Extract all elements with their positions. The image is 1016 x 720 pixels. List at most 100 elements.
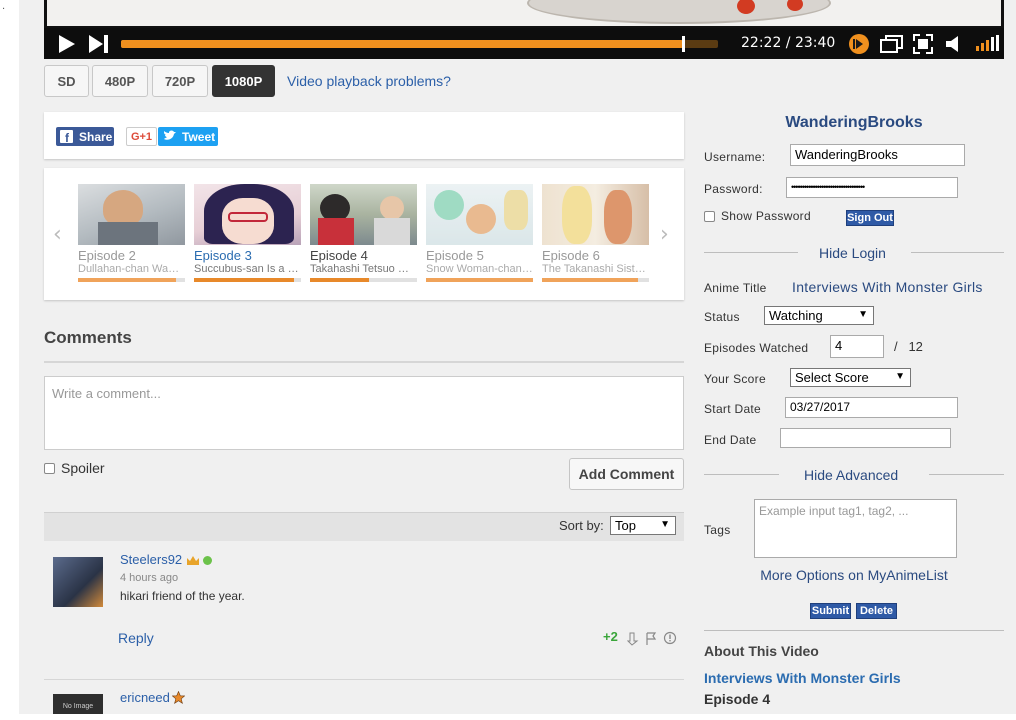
episode-progress	[78, 278, 185, 282]
episode-subtitle: Dullahan-chan Wants to Be Pampered	[78, 263, 185, 275]
downvote-icon[interactable]	[627, 632, 639, 646]
episode-progress	[194, 278, 301, 282]
hide-login-link[interactable]: Hide Login	[819, 245, 886, 261]
hide-advanced-link[interactable]: Hide Advanced	[804, 467, 898, 483]
username-label: Username:	[704, 150, 766, 164]
submit-button[interactable]: Submit	[810, 603, 851, 619]
googleplus-button[interactable]: G+1	[126, 127, 157, 146]
episodes-watched-field[interactable]: 4	[830, 335, 884, 358]
quality-sd-button[interactable]: SD	[44, 65, 89, 97]
divider	[704, 474, 779, 475]
episode-subtitle: Snow Woman-chan Wants to Get Along	[426, 263, 533, 275]
episode-card[interactable]: Episode 2 Dullahan-chan Wants to Be Pamp…	[78, 184, 185, 282]
chevron-down-icon: ▼	[858, 309, 868, 320]
episode-title: Episode 5	[426, 248, 484, 263]
report-icon[interactable]	[663, 631, 677, 645]
comments-heading: Comments	[44, 328, 132, 347]
password-label: Password:	[704, 182, 763, 196]
sort-select[interactable]: Top ▼	[610, 516, 676, 535]
progress-fill	[121, 40, 683, 48]
autoplay-icon[interactable]	[848, 33, 870, 55]
volume-icon[interactable]	[945, 35, 965, 53]
episodes-total: / 12	[894, 339, 923, 354]
twitter-icon	[164, 130, 176, 140]
checkbox-icon[interactable]	[44, 462, 55, 474]
divider	[44, 361, 684, 363]
comment-input[interactable]: Write a comment...	[44, 376, 684, 450]
video-controls: 22:22 / 23:40	[44, 28, 1004, 59]
episode-subtitle: Succubus-san Is a Delicate Age	[194, 263, 301, 275]
about-anime-link[interactable]: Interviews With Monster Girls	[704, 670, 901, 686]
status-select[interactable]: Watching ▼	[764, 306, 874, 325]
quality-480p-button[interactable]: 480P	[92, 65, 148, 97]
twitter-tweet-button[interactable]: Tweet	[158, 127, 218, 146]
score-select[interactable]: Select Score ▼	[790, 368, 911, 387]
password-field[interactable]: ••••••••••••••••••••••••••••••••••	[786, 177, 958, 198]
checkbox-icon[interactable]	[704, 210, 715, 222]
facebook-icon: f	[60, 130, 73, 145]
flag-icon[interactable]	[645, 632, 657, 646]
spoiler-checkbox[interactable]: Spoiler	[44, 460, 105, 476]
comment-username[interactable]: Steelers92	[120, 552, 182, 567]
spoiler-label: Spoiler	[61, 460, 105, 476]
username-field[interactable]: WanderingBrooks	[790, 144, 965, 166]
episode-card[interactable]: Episode 4 Takahashi Tetsuo Wants to Prot…	[310, 184, 417, 282]
episode-card[interactable]: Episode 6 The Takanashi Sisters Want to …	[542, 184, 649, 282]
tags-input[interactable]: Example input tag1, tag2, ...	[754, 499, 957, 558]
score-label: Your Score	[704, 372, 766, 386]
next-episode-icon[interactable]	[88, 35, 110, 53]
about-episode: Episode 4	[704, 691, 771, 707]
volume-level-icon[interactable]	[975, 35, 1001, 53]
episode-card[interactable]: Episode 5 Snow Woman-chan Wants to Get A…	[426, 184, 533, 282]
avatar[interactable]: No Image	[53, 694, 103, 714]
sign-out-button[interactable]: Sign Out	[846, 210, 894, 226]
tags-label: Tags	[704, 523, 731, 537]
reply-link[interactable]: Reply	[118, 630, 154, 646]
delete-button[interactable]: Delete	[856, 603, 897, 619]
comment-text: hikari friend of the year.	[120, 589, 245, 603]
episode-thumbnail	[542, 184, 649, 245]
episode-thumbnail	[78, 184, 185, 245]
episode-thumbnail	[194, 184, 301, 245]
facebook-share-label: Share	[79, 129, 113, 144]
episode-thumbnail	[310, 184, 417, 245]
episode-progress	[426, 278, 533, 282]
divider	[704, 630, 1004, 631]
playback-problems-link[interactable]: Video playback problems?	[287, 73, 451, 89]
divider	[44, 679, 684, 680]
popout-icon[interactable]	[880, 35, 904, 53]
carousel-next-icon[interactable]: ›	[660, 222, 669, 247]
start-date-label: Start Date	[704, 402, 762, 416]
quality-720p-button[interactable]: 720P	[152, 65, 208, 97]
avatar[interactable]	[53, 557, 103, 607]
star-badge-icon	[172, 691, 185, 704]
progress-knob[interactable]	[681, 36, 685, 52]
twitter-tweet-label: Tweet	[182, 129, 216, 144]
show-password-checkbox[interactable]: Show Password	[704, 209, 811, 223]
progress-bar[interactable]	[121, 36, 718, 52]
play-icon[interactable]	[58, 35, 76, 53]
comment-username[interactable]: ericneed	[120, 690, 170, 705]
video-image	[47, 0, 1001, 26]
episodes-watched-label: Episodes Watched	[704, 341, 809, 355]
online-status-icon	[203, 556, 212, 565]
episode-title: Episode 6	[542, 248, 600, 263]
video-frame[interactable]	[44, 0, 1004, 28]
divider	[911, 252, 1004, 253]
end-date-label: End Date	[704, 433, 757, 447]
episode-title: Episode 4	[310, 248, 368, 263]
episode-title: Episode 2	[78, 248, 136, 263]
chevron-down-icon: ▼	[660, 519, 670, 530]
margin-mark: ·	[2, 4, 6, 15]
episode-card[interactable]: Episode 3 Succubus-san Is a Delicate Age	[194, 184, 301, 282]
quality-1080p-button[interactable]: 1080P	[212, 65, 275, 97]
more-options-link[interactable]: More Options on MyAnimeList	[704, 567, 1004, 583]
facebook-share-button[interactable]: f Share	[56, 127, 114, 146]
fullscreen-icon[interactable]	[913, 34, 933, 54]
show-password-label: Show Password	[721, 209, 811, 223]
score-select-value: Select Score	[795, 370, 869, 385]
add-comment-button[interactable]: Add Comment	[569, 458, 684, 490]
start-date-field[interactable]: 03/27/2017	[785, 397, 958, 418]
end-date-field[interactable]	[780, 428, 951, 448]
carousel-prev-icon[interactable]: ‹	[53, 222, 62, 247]
